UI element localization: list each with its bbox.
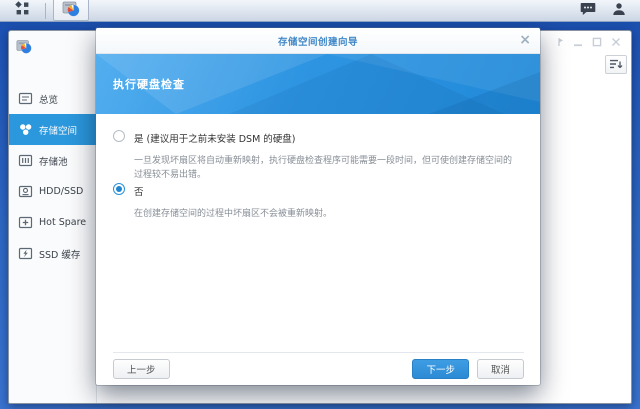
window-pin-button[interactable] [554,37,564,47]
sidebar-item-label: 存储空间 [39,125,78,137]
active-app-button[interactable] [53,0,89,21]
sidebar-item-label: SSD 缓存 [39,249,81,261]
sidebar-item-ssd-cache[interactable]: SSD 缓存 [9,238,96,269]
dialog-close-button[interactable]: × [519,31,531,49]
storage-pool-icon [18,154,33,167]
chat-button[interactable] [580,0,596,21]
radio-yes[interactable] [113,130,125,142]
sidebar-app-icon [16,38,32,58]
next-button[interactable]: 下一步 [412,359,469,379]
window-close-button[interactable] [611,37,621,47]
minimize-icon [574,44,582,47]
taskbar-right [580,0,640,21]
user-menu-button[interactable] [612,0,626,21]
storage-manager-icon [62,0,80,21]
hdd-ssd-icon [18,185,33,198]
chat-bubble-icon [580,1,596,20]
desktop: 总览 存储空间 存储池 HDD/SSD Hot Spare SSD 缓存 存储空… [0,0,640,409]
sidebar: 总览 存储空间 存储池 HDD/SSD Hot Spare SSD 缓存 [9,31,97,403]
window-maximize-button[interactable] [592,37,602,47]
maximize-icon [592,37,602,47]
taskbar [0,0,640,22]
option-no-description: 在创建存储空间的过程中坏扇区不会被重新映射。 [134,208,333,219]
option-no-label: 否 [134,186,144,198]
person-icon [612,1,626,20]
sidebar-items: 总览 存储空间 存储池 HDD/SSD Hot Spare SSD 缓存 [9,83,96,269]
sidebar-item-storage-pool[interactable]: 存储池 [9,145,96,176]
overview-icon [18,92,33,105]
cancel-button[interactable]: 取消 [476,359,524,379]
dialog-body: 是 (建议用于之前未安装 DSM 的硬盘) 一旦发现坏扇区将自动重新映射，执行硬… [96,114,540,352]
previous-button[interactable]: 上一步 [113,359,170,379]
dialog-title: 存储空间创建向导 [277,36,358,48]
sidebar-item-label: HDD/SSD [39,186,84,197]
dialog-banner: 执行硬盘检查 [96,54,540,114]
sidebar-item-hdd-ssd[interactable]: HDD/SSD [9,176,96,207]
window-minimize-button[interactable] [573,37,583,47]
pin-icon [558,38,563,46]
sidebar-item-label: 总览 [39,94,59,106]
option-no[interactable]: 否 [113,182,523,198]
taskbar-separator [45,2,46,19]
option-yes-label: 是 (建议用于之前未安装 DSM 的硬盘) [134,134,296,145]
sidebar-item-hot-spare[interactable]: Hot Spare [9,207,96,238]
hot-spare-icon [18,216,33,229]
dialog-heading: 执行硬盘检查 [113,78,185,91]
option-yes[interactable]: 是 (建议用于之前未安装 DSM 的硬盘) [113,130,523,145]
close-icon [612,38,620,46]
dialog-titlebar[interactable]: 存储空间创建向导 × [96,28,540,54]
sort-descending-icon [610,59,623,69]
sidebar-item-label: Hot Spare [39,217,87,228]
app-grid-icon [15,1,30,20]
sort-button[interactable] [605,55,627,74]
option-yes-description: 一旦发现坏扇区将自动重新映射，执行硬盘检查程序可能需要一段时间，但可使创建存储空… [134,156,513,181]
ssd-cache-icon [18,247,33,260]
radio-no[interactable] [113,182,125,195]
window-controls [554,37,621,47]
sidebar-item-overview[interactable]: 总览 [9,83,96,114]
storage-volume-icon [20,124,32,135]
storage-wizard-dialog: 存储空间创建向导 × 执行硬盘检查 是 (建议用于之前未安装 DSM 的硬盘) … [96,28,540,385]
main-menu-button[interactable] [0,0,45,21]
dialog-footer: 上一步 下一步 取消 [113,352,524,385]
sidebar-item-storage-volume[interactable]: 存储空间 [9,114,96,145]
sidebar-item-label: 存储池 [39,156,68,168]
